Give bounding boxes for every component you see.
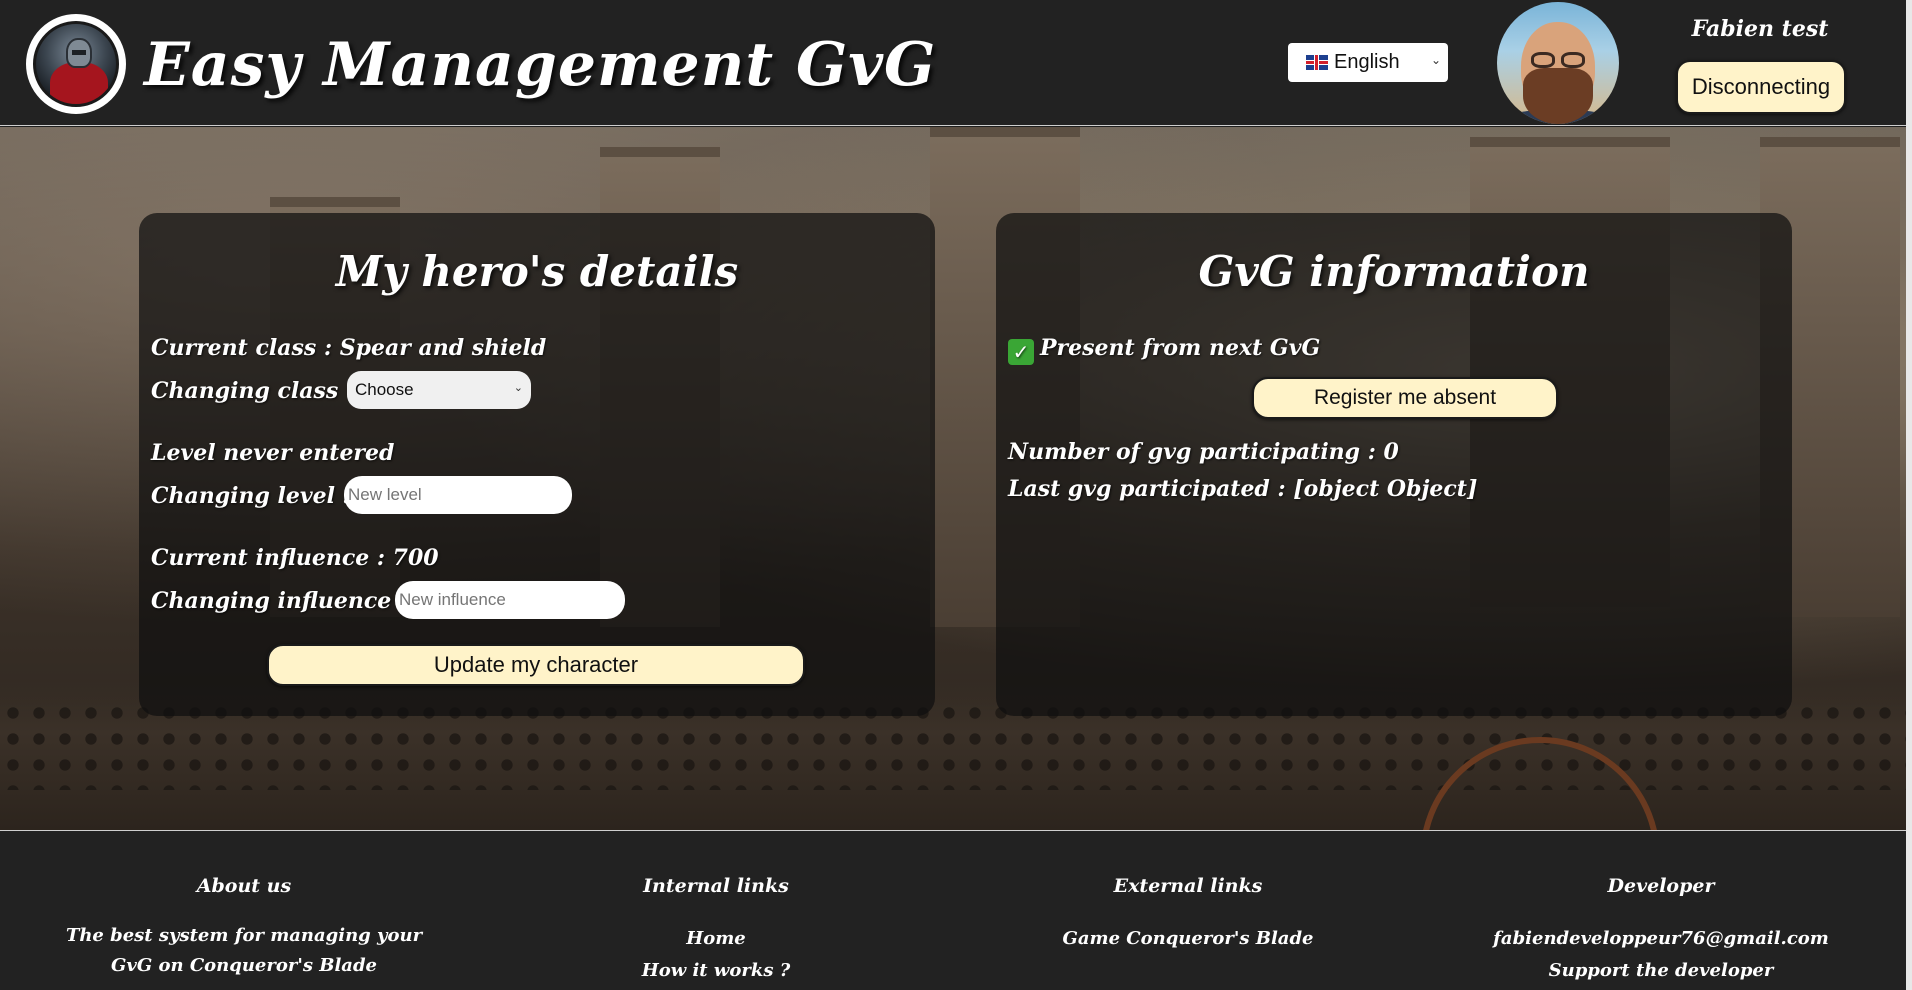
- footer-external-title: External links: [1113, 875, 1263, 897]
- language-select-value: English: [1334, 51, 1400, 73]
- chevron-down-icon: ⌄: [1430, 53, 1441, 67]
- footer-link-conquerors-blade[interactable]: Game Conqueror's Blade: [988, 921, 1388, 957]
- presence-status: ✓ Present from next GvG: [1008, 335, 1320, 365]
- changing-influence-label: Changing influence :: [151, 588, 408, 614]
- update-character-button[interactable]: Update my character: [267, 644, 805, 686]
- footer-link-home[interactable]: Home: [516, 921, 916, 957]
- footer-link-how-it-works[interactable]: How it works ?: [516, 953, 916, 989]
- footer-internal-links: Internal links Home How it works ?: [516, 875, 916, 989]
- avatar[interactable]: [1497, 2, 1619, 124]
- knight-logo-icon: [33, 21, 119, 107]
- user-name: Fabien test: [1691, 16, 1829, 42]
- presence-status-text: Present from next GvG: [1040, 335, 1321, 361]
- disconnect-button[interactable]: Disconnecting: [1676, 60, 1846, 114]
- current-influence-text: Current influence : 700: [151, 545, 439, 571]
- gvg-info-panel: GvG information ✓ Present from next GvG R…: [996, 213, 1792, 716]
- footer-developer: Developer fabiendeveloppeur76@gmail.com …: [1461, 875, 1861, 989]
- changing-level-label: Changing level :: [151, 483, 351, 509]
- changing-class-label: Changing class :: [151, 378, 355, 404]
- participating-count-text: Number of gvg participating : 0: [1008, 439, 1399, 465]
- gvg-info-title: GvG information: [1198, 247, 1590, 296]
- hero-details-panel: My hero's details Current class : Spear …: [139, 213, 935, 716]
- site-title: Easy Management GvG: [144, 30, 937, 100]
- register-absent-button[interactable]: Register me absent: [1252, 377, 1558, 419]
- site-footer: About us The best system for managing yo…: [0, 830, 1906, 990]
- chevron-down-icon: ⌄: [513, 382, 523, 394]
- class-select-value: Choose: [355, 380, 414, 399]
- current-class-text: Current class : Spear and shield: [151, 335, 547, 361]
- class-select[interactable]: Choose ⌄: [347, 371, 531, 409]
- footer-about-title: About us: [196, 875, 292, 897]
- last-participated-text: Last gvg participated : [object Object]: [1008, 476, 1478, 502]
- page-scrollbar[interactable]: [1906, 0, 1912, 990]
- footer-about: About us The best system for managing yo…: [44, 875, 444, 981]
- footer-about-text: The best system for managing your GvG on…: [65, 925, 423, 976]
- influence-input[interactable]: [395, 581, 625, 619]
- footer-internal-title: Internal links: [643, 875, 789, 897]
- level-status-text: Level never entered: [151, 440, 395, 466]
- developer-email-link[interactable]: fabiendeveloppeur76@gmail.com: [1461, 921, 1861, 957]
- hero-details-title: My hero's details: [335, 247, 739, 296]
- support-developer-link[interactable]: Support the developer: [1461, 953, 1861, 989]
- uk-flag-icon: [1306, 55, 1328, 70]
- level-input[interactable]: [344, 476, 572, 514]
- check-icon: ✓: [1008, 339, 1034, 365]
- footer-developer-title: Developer: [1607, 875, 1715, 897]
- footer-external-links: External links Game Conqueror's Blade: [988, 875, 1388, 957]
- language-select[interactable]: English ⌄: [1288, 43, 1448, 82]
- site-logo[interactable]: [26, 14, 126, 114]
- site-header: Easy Management GvG English ⌄ Fabien tes…: [0, 0, 1906, 126]
